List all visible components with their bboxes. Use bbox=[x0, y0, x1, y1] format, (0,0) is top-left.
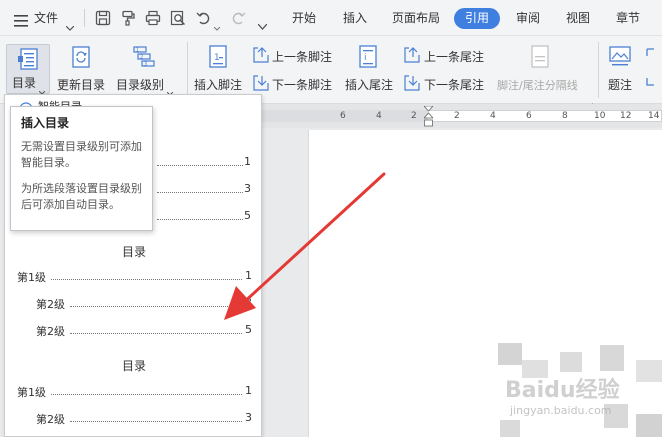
blurred-region bbox=[636, 360, 662, 382]
toc-button-label: 目录 bbox=[12, 76, 37, 90]
caption-button[interactable]: 题注 bbox=[608, 76, 632, 93]
ruler-number: 4 bbox=[490, 111, 496, 121]
annotation-arrow-icon bbox=[210, 168, 390, 328]
watermark-brand: Baidu经验 bbox=[505, 378, 620, 403]
insert-endnote-button[interactable]: 插入尾注 bbox=[345, 76, 393, 93]
hamburger-menu-icon[interactable] bbox=[14, 12, 28, 27]
toc-level-button[interactable]: 目录级别 bbox=[116, 76, 164, 93]
toc-entry-label: 第2级 bbox=[36, 298, 65, 311]
redo-icon bbox=[230, 10, 246, 26]
insert-toc-tooltip: 插入目录 无需设置目录级别可添加智能目录。 为所选段落设置目录级别后可添加自动目… bbox=[10, 106, 153, 231]
toc-level-icon[interactable]: 123 bbox=[133, 46, 157, 72]
toc-style-title[interactable]: 目录 bbox=[5, 357, 263, 374]
format-painter-icon[interactable] bbox=[120, 10, 136, 26]
toc-leader-dots bbox=[51, 394, 242, 395]
ruler-number: 2 bbox=[411, 111, 417, 121]
menu-bar: 文件 开始 插入 页面布局 引用 审阅 视图 章节 bbox=[0, 0, 662, 36]
tooltip-text: 无需设置目录级别可添加智能目录。 bbox=[21, 140, 142, 169]
toc-entry-label: 第2级 bbox=[36, 325, 65, 338]
indent-marker-icon[interactable] bbox=[423, 105, 434, 132]
prev-footnote-icon[interactable] bbox=[253, 47, 269, 67]
tab-review[interactable]: 审阅 bbox=[516, 0, 540, 36]
blurred-region bbox=[636, 414, 662, 437]
toc-entry-page: 3 bbox=[245, 411, 252, 424]
prev-endnote-icon[interactable] bbox=[404, 47, 420, 67]
svg-text:1: 1 bbox=[214, 53, 220, 63]
prev-footnote-button[interactable]: 上一条脚注 bbox=[272, 48, 332, 65]
note-separator-icon bbox=[530, 45, 552, 73]
insert-endnote-icon[interactable]: i bbox=[358, 45, 380, 73]
tab-home[interactable]: 开始 bbox=[292, 0, 316, 36]
ruler-number: 2 bbox=[454, 111, 460, 121]
next-footnote-button[interactable]: 下一条脚注 bbox=[272, 76, 332, 93]
toc-page-number: 1 bbox=[244, 155, 251, 168]
tab-page-layout[interactable]: 页面布局 bbox=[392, 0, 440, 36]
update-toc-button[interactable]: 更新目录 bbox=[57, 76, 105, 93]
tab-insert[interactable]: 插入 bbox=[343, 0, 367, 36]
cross-reference-icon[interactable] bbox=[646, 48, 662, 92]
toc-leader-dots bbox=[70, 421, 242, 422]
file-menu[interactable]: 文件 bbox=[34, 0, 58, 36]
toc-entry-label: 第1级 bbox=[17, 271, 46, 284]
toc-leader-dots bbox=[157, 165, 243, 166]
ruler-number: 8 bbox=[562, 111, 568, 121]
prev-endnote-button[interactable]: 上一条尾注 bbox=[424, 48, 484, 65]
tab-chapter[interactable]: 章节 bbox=[616, 0, 640, 36]
file-menu-chevron-icon[interactable] bbox=[65, 16, 75, 35]
toc-entry-page: 1 bbox=[245, 384, 252, 397]
next-endnote-button[interactable]: 下一条尾注 bbox=[424, 76, 484, 93]
ruler-number: 6 bbox=[526, 111, 532, 121]
ruler-number: 12 bbox=[620, 111, 632, 121]
undo-icon[interactable] bbox=[196, 10, 212, 26]
insert-footnote-button[interactable]: 插入脚注 bbox=[194, 76, 242, 93]
caption-icon[interactable] bbox=[609, 46, 631, 72]
tab-references[interactable]: 引用 bbox=[454, 8, 500, 29]
note-separator-button: 脚注/尾注分隔线 bbox=[497, 79, 578, 92]
toc-entry[interactable]: 第2级 3 bbox=[36, 411, 252, 427]
tooltip-text: 为所选段落设置目录级别后可添加自动目录。 bbox=[21, 182, 142, 211]
update-toc-icon[interactable] bbox=[69, 46, 93, 72]
toc-leader-dots bbox=[70, 333, 242, 334]
svg-text:i: i bbox=[364, 53, 367, 63]
insert-footnote-icon[interactable]: 1 bbox=[208, 45, 230, 73]
divider bbox=[84, 9, 85, 27]
next-footnote-icon[interactable] bbox=[253, 75, 269, 95]
svg-text:1: 1 bbox=[136, 48, 139, 54]
ruler-number: 6 bbox=[340, 111, 346, 121]
toc-entry-label: 第2级 bbox=[36, 413, 65, 426]
blurred-region bbox=[498, 343, 522, 365]
ruler-number: 10 bbox=[594, 111, 606, 121]
print-icon[interactable] bbox=[145, 10, 161, 26]
save-icon[interactable] bbox=[95, 10, 111, 26]
tab-view[interactable]: 视图 bbox=[566, 0, 590, 36]
undo-chevron-icon[interactable] bbox=[213, 16, 221, 35]
group-divider bbox=[187, 42, 188, 98]
svg-text:2: 2 bbox=[140, 55, 143, 61]
toc-icon bbox=[17, 48, 41, 74]
toc-entry[interactable]: 第1级 1 bbox=[17, 384, 252, 400]
blurred-region bbox=[600, 345, 624, 371]
ruler-number: 4 bbox=[376, 111, 382, 121]
blurred-region bbox=[500, 420, 520, 437]
watermark-url: jingyan.baidu.com bbox=[510, 404, 612, 417]
tooltip-title: 插入目录 bbox=[21, 116, 70, 130]
svg-text:3: 3 bbox=[144, 62, 147, 68]
toc-button[interactable]: 目录 bbox=[6, 44, 50, 95]
quick-access-chevron-icon[interactable] bbox=[257, 15, 268, 34]
next-endnote-icon[interactable] bbox=[404, 75, 420, 95]
group-divider bbox=[598, 42, 599, 98]
blurred-region bbox=[560, 352, 582, 372]
print-preview-icon[interactable] bbox=[170, 10, 186, 26]
toc-entry-label: 第1级 bbox=[17, 386, 46, 399]
ruler-number: 14 bbox=[648, 111, 660, 121]
